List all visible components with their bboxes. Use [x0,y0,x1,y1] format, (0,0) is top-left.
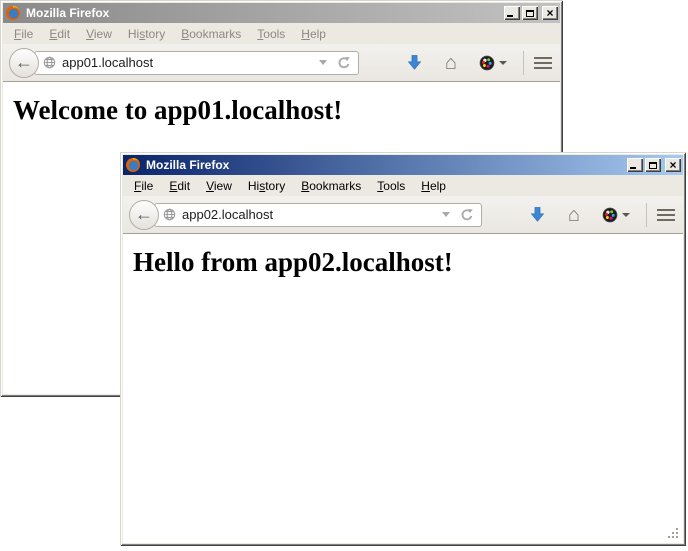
url-bar[interactable]: app02.localhost [154,203,482,227]
firefox-logo-icon [125,157,141,173]
page-heading: Hello from app02.localhost! [133,247,683,278]
close-button[interactable]: × [665,158,681,172]
downloads-icon[interactable] [406,54,423,71]
hamburger-icon [534,57,552,69]
chevron-down-icon [622,213,630,217]
menu-tools[interactable]: Tools [369,177,413,195]
site-identity-globe-icon[interactable] [43,56,56,69]
url-text[interactable]: app02.localhost [182,207,436,222]
chevron-down-icon [499,61,507,65]
menu-file[interactable]: File [126,177,161,195]
page-heading: Welcome to app01.localhost! [13,95,560,126]
maximize-icon [526,10,534,17]
home-icon[interactable]: ⌂ [445,53,457,73]
minimize-button[interactable] [504,6,520,20]
firefox-logo-icon [5,5,21,21]
hamburger-menu-button[interactable] [657,209,675,221]
navigation-toolbar: ← app02.localhost [123,196,683,234]
menu-bar: FileEditViewHistoryBookmarksToolsHelp [3,23,560,44]
menu-view[interactable]: View [198,177,240,195]
menu-history[interactable]: History [120,25,173,43]
window-controls: × [627,158,681,172]
reload-icon[interactable] [337,56,351,70]
menu-bar: FileEditViewHistoryBookmarksToolsHelp [123,175,683,196]
menu-tools[interactable]: Tools [249,25,293,43]
reload-icon[interactable] [460,208,474,222]
menu-bookmarks[interactable]: Bookmarks [293,177,369,195]
menu-edit[interactable]: Edit [161,177,198,195]
hamburger-icon [657,209,675,221]
url-bar[interactable]: app01.localhost [34,51,359,75]
history-dropdown-icon[interactable] [319,60,327,65]
close-button[interactable]: × [542,6,558,20]
window-title: Mozilla Firefox [24,6,501,20]
menu-file[interactable]: File [6,25,41,43]
menu-edit[interactable]: Edit [41,25,78,43]
browser-window-app02: Mozilla Firefox × FileEditViewHistoryBoo… [120,152,686,546]
window-title: Mozilla Firefox [144,158,624,172]
menu-help[interactable]: Help [293,25,334,43]
titlebar[interactable]: Mozilla Firefox × [123,155,683,175]
site-identity-globe-icon[interactable] [163,208,176,221]
minimize-button[interactable] [627,158,643,172]
menu-view[interactable]: View [78,25,120,43]
page-content: Hello from app02.localhost! [123,234,683,543]
minimize-icon [630,167,636,169]
maximize-button[interactable] [645,158,661,172]
color-wheel-extension-icon[interactable] [602,207,630,223]
maximize-icon [649,162,657,169]
resize-grip[interactable] [668,528,679,539]
toolbar-separator [646,203,647,227]
window-controls: × [504,6,558,20]
url-text[interactable]: app01.localhost [62,55,313,70]
toolbar-separator [523,51,524,75]
back-button[interactable]: ← [129,200,159,230]
hamburger-menu-button[interactable] [534,57,552,69]
back-button[interactable]: ← [9,48,39,78]
menu-help[interactable]: Help [413,177,454,195]
menu-bookmarks[interactable]: Bookmarks [173,25,249,43]
titlebar[interactable]: Mozilla Firefox × [3,3,560,23]
menu-history[interactable]: History [240,177,293,195]
navigation-toolbar: ← app01.localhost [3,44,560,82]
color-wheel-extension-icon[interactable] [479,55,507,71]
home-icon[interactable]: ⌂ [568,205,580,225]
minimize-icon [507,15,513,17]
history-dropdown-icon[interactable] [442,212,450,217]
maximize-button[interactable] [522,6,538,20]
downloads-icon[interactable] [529,206,546,223]
